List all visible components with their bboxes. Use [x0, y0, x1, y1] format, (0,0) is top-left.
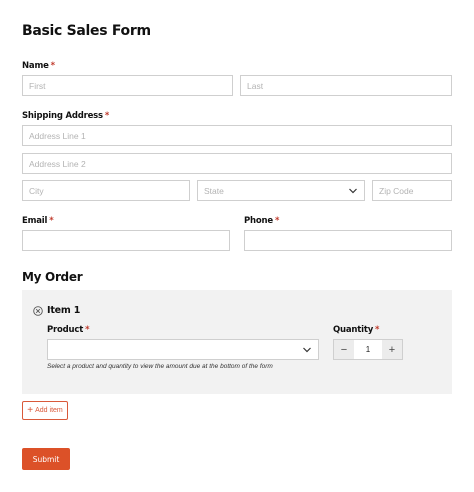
address-line2-input[interactable] [22, 153, 452, 174]
required-marker: * [375, 325, 380, 335]
increment-button[interactable]: + [382, 340, 402, 359]
first-name-input[interactable] [22, 75, 233, 96]
address-line1-input[interactable] [22, 125, 452, 146]
required-marker: * [49, 216, 54, 226]
phone-input[interactable] [244, 230, 452, 251]
email-label-text: Email [22, 216, 48, 226]
state-select[interactable]: State [197, 180, 365, 201]
last-name-input[interactable] [240, 75, 452, 96]
name-label: Name * [22, 61, 55, 71]
chevron-down-icon [349, 188, 357, 194]
product-select[interactable] [47, 339, 319, 360]
order-helper-text: Select a product and quantity to view th… [47, 363, 273, 370]
product-label-text: Product [47, 325, 84, 335]
add-item-label: Add item [35, 407, 63, 414]
quantity-label: Quantity * [333, 325, 380, 335]
form-title: Basic Sales Form [22, 23, 151, 39]
city-input[interactable] [22, 180, 190, 201]
my-order-heading: My Order [22, 270, 83, 284]
remove-item-icon[interactable] [33, 306, 43, 316]
email-label: Email * [22, 216, 54, 226]
decrement-button[interactable]: − [334, 340, 354, 359]
shipping-address-label-text: Shipping Address [22, 111, 103, 121]
quantity-value[interactable]: 1 [354, 340, 382, 359]
product-label: Product * [47, 325, 90, 335]
plus-icon: + [27, 404, 34, 416]
quantity-stepper[interactable]: − 1 + [333, 339, 403, 360]
chevron-down-icon [303, 347, 311, 353]
submit-button[interactable]: Submit [22, 448, 70, 470]
required-marker: * [85, 325, 90, 335]
item-title: Item 1 [47, 305, 81, 316]
required-marker: * [50, 61, 55, 71]
name-label-text: Name [22, 61, 49, 71]
required-marker: * [274, 216, 280, 226]
required-marker: * [104, 111, 110, 121]
add-item-button[interactable]: + Add item [22, 401, 68, 420]
phone-label-text: Phone [244, 216, 273, 226]
shipping-address-label: Shipping Address * [22, 111, 109, 121]
quantity-label-text: Quantity [333, 325, 374, 335]
state-select-value: State [204, 185, 224, 196]
email-input[interactable] [22, 230, 230, 251]
phone-label: Phone * [244, 216, 279, 226]
zip-code-input[interactable] [372, 180, 452, 201]
